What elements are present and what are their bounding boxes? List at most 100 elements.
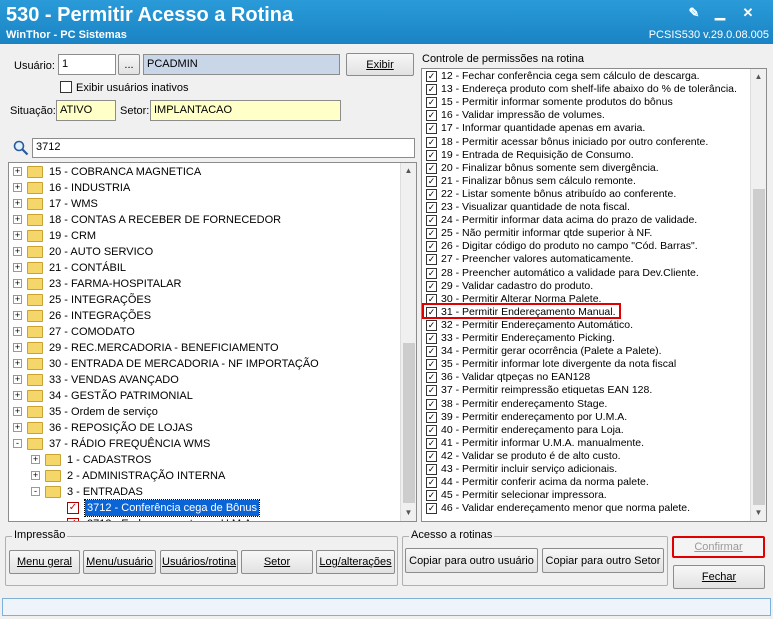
permission-item[interactable]: ✓ 32 - Permitir Endereçamento Automático. xyxy=(422,319,750,332)
tree-scrollbar[interactable]: ▲ ▼ xyxy=(400,163,416,521)
checkbox-icon[interactable]: ✓ xyxy=(426,372,437,384)
checkbox-icon[interactable]: ✓ xyxy=(426,123,437,135)
checkbox-icon[interactable]: ✓ xyxy=(426,215,437,227)
minimize-icon[interactable]: ▁ xyxy=(712,5,728,21)
tree-item[interactable]: +36 - REPOSIÇÃO DE LOJAS xyxy=(9,420,399,436)
permission-item[interactable]: ✓ 17 - Informar quantidade apenas em avar… xyxy=(422,122,750,135)
permission-item[interactable]: ✓ 44 - Permitir conferir acima da norma p… xyxy=(422,476,750,489)
permission-item[interactable]: ✓ 43 - Permitir incluir serviço adicionai… xyxy=(422,463,750,476)
permission-item[interactable]: ✓ 13 - Endereça produto com shelf-life ab… xyxy=(422,83,750,96)
copy-to-setor-button[interactable]: Copiar para outro Setor xyxy=(542,548,664,573)
expand-icon[interactable]: + xyxy=(13,391,22,400)
checkbox-icon[interactable]: ✓ xyxy=(426,503,437,515)
expand-icon[interactable]: + xyxy=(13,247,22,256)
permission-item[interactable]: ✓ 12 - Fechar conferência cega sem cálcul… xyxy=(422,70,750,83)
permission-item[interactable]: ✓ 41 - Permitir informar U.M.A. manualmen… xyxy=(422,437,750,450)
expand-icon[interactable]: + xyxy=(13,263,22,272)
tree-item[interactable]: +35 - Ordem de serviço xyxy=(9,404,399,420)
scroll-down-icon[interactable]: ▼ xyxy=(751,505,766,521)
permission-item[interactable]: ✓ 23 - Visualizar quantidade de nota fisc… xyxy=(422,201,750,214)
permission-item[interactable]: ✓ 25 - Não permitir informar qtde superio… xyxy=(422,227,750,240)
menu-usuario-button[interactable]: Menu/usuário xyxy=(83,550,156,574)
routine-tree[interactable]: +15 - COBRANCA MAGNETICA +16 - INDUSTRIA +… xyxy=(8,162,417,522)
tree-item[interactable]: - 3 - ENTRADAS xyxy=(9,484,399,500)
tree-item[interactable]: +34 - GESTÃO PATRIMONIAL xyxy=(9,388,399,404)
permission-item[interactable]: ✓ 35 - Permitir informar lote divergente … xyxy=(422,358,750,371)
permission-item[interactable]: ✓ 34 - Permitir gerar ocorrência (Palete … xyxy=(422,345,750,358)
checkbox-icon[interactable]: ✓ xyxy=(426,110,437,122)
checkbox-icon[interactable]: ✓ xyxy=(426,202,437,213)
expand-icon[interactable]: + xyxy=(13,279,22,288)
collapse-icon[interactable]: - xyxy=(31,487,40,496)
close-icon[interactable]: ✕ xyxy=(740,5,756,21)
checkbox-icon[interactable]: ✓ xyxy=(426,464,437,475)
copy-to-user-button[interactable]: Copiar para outro usuário xyxy=(405,548,538,573)
permission-item[interactable]: ✓ 33 - Permitir Endereçamento Picking. xyxy=(422,332,750,345)
edit-icon[interactable]: ✎ xyxy=(686,5,702,21)
usuarios-rotina-button[interactable]: Usuários/rotina xyxy=(160,550,238,574)
checkbox-icon[interactable]: ✓ xyxy=(426,385,437,397)
permission-item[interactable]: ✓ 40 - Permitir endereçamento para Loja. xyxy=(422,424,750,437)
checkbox-icon[interactable]: ✓ xyxy=(426,97,437,109)
checkbox-icon[interactable]: ✓ xyxy=(426,333,437,344)
tree-item[interactable]: +17 - WMS xyxy=(9,196,399,212)
checkbox-icon[interactable]: ✓ xyxy=(426,424,437,436)
checkbox-icon[interactable]: ✓ xyxy=(426,398,437,410)
tree-item[interactable]: +30 - ENTRADA DE MERCADORIA - NF IMPORTA… xyxy=(9,356,399,372)
setor-button[interactable]: Setor xyxy=(241,550,313,574)
search-input[interactable]: 3712 xyxy=(32,138,415,158)
tree-item[interactable]: +19 - CRM xyxy=(9,228,399,244)
fechar-button[interactable]: Fechar xyxy=(673,565,765,589)
tree-item[interactable]: +29 - REC.MERCADORIA - BENEFICIAMENTO xyxy=(9,340,399,356)
tree-item[interactable]: ✓ 3713 - Endereçamento por U.M.A. xyxy=(9,516,399,521)
permission-item[interactable]: ✓ 21 - Finalizar bônus sem cálculo remont… xyxy=(422,175,750,188)
checkbox-icon[interactable]: ✓ xyxy=(426,254,437,266)
permissions-scrollbar[interactable]: ▲ ▼ xyxy=(750,69,766,521)
checkbox-icon[interactable]: ✓ xyxy=(426,437,437,449)
expand-icon[interactable]: + xyxy=(13,183,22,192)
scroll-up-icon[interactable]: ▲ xyxy=(751,69,766,85)
permission-item[interactable]: ✓ 29 - Validar cadastro do produto. xyxy=(422,280,750,293)
permissions-list[interactable]: ✓ 12 - Fechar conferência cega sem cálcul… xyxy=(421,68,767,522)
expand-icon[interactable]: + xyxy=(13,423,22,432)
inactive-users-checkbox[interactable] xyxy=(60,81,72,93)
tree-item[interactable]: ✓ 3712 - Conferência cega de Bônus xyxy=(9,499,399,517)
tree-item[interactable]: +21 - CONTÁBIL xyxy=(9,260,399,276)
permission-item[interactable]: ✓ 24 - Permitir informar data acima do pr… xyxy=(422,214,750,227)
tree-item[interactable]: +23 - FARMA-HOSPITALAR xyxy=(9,276,399,292)
checkbox-icon[interactable]: ✓ xyxy=(426,490,437,502)
tree-item[interactable]: +27 - COMODATO xyxy=(9,324,399,340)
permission-item[interactable]: ✓ 26 - Digitar código do produto no campo… xyxy=(422,240,750,253)
usuario-code-input[interactable]: 1 xyxy=(58,54,116,75)
permission-item[interactable]: ✓ 42 - Validar se produto é de alto custo… xyxy=(422,450,750,463)
expand-icon[interactable]: + xyxy=(13,375,22,384)
checkbox-icon[interactable]: ✓ xyxy=(426,411,437,423)
checkbox-icon[interactable]: ✓ xyxy=(426,84,437,96)
checkbox-icon[interactable]: ✓ xyxy=(426,267,437,279)
tree-item[interactable]: +26 - INTEGRAÇÕES xyxy=(9,308,399,324)
permission-item[interactable]: ✓ 37 - Permitir reimpressão etiquetas EAN… xyxy=(422,384,750,397)
permission-item[interactable]: ✓ 36 - Validar qtpeças no EAN128 xyxy=(422,371,750,384)
tree-item[interactable]: +1 - CADASTROS xyxy=(9,452,399,468)
exibir-button[interactable]: Exibir xyxy=(346,53,414,76)
checkbox-icon[interactable]: ✓ xyxy=(67,502,79,514)
permission-item[interactable]: ✓ 20 - Finalizar bônus somente sem diverg… xyxy=(422,162,750,175)
permission-item[interactable]: ✓ 39 - Permitir endereçamento por U.M.A. xyxy=(422,411,750,424)
checkbox-icon[interactable]: ✓ xyxy=(426,477,437,489)
permission-item[interactable]: ✓ 27 - Preencher valores automaticamente. xyxy=(422,253,750,266)
checkbox-icon[interactable]: ✓ xyxy=(426,346,437,358)
expand-icon[interactable]: + xyxy=(13,199,22,208)
expand-icon[interactable]: + xyxy=(13,343,22,352)
expand-icon[interactable]: + xyxy=(13,327,22,336)
expand-icon[interactable]: + xyxy=(13,167,22,176)
confirmar-button[interactable]: Confirmar xyxy=(672,536,765,558)
expand-icon[interactable]: + xyxy=(31,471,40,480)
tree-item[interactable]: +2 - ADMINISTRAÇÃO INTERNA xyxy=(9,468,399,484)
checkbox-icon[interactable]: ✓ xyxy=(426,280,437,292)
checkbox-icon[interactable]: ✓ xyxy=(426,241,437,253)
collapse-icon[interactable]: - xyxy=(13,439,22,448)
tree-item[interactable]: +18 - CONTAS A RECEBER DE FORNECEDOR xyxy=(9,212,399,228)
tree-item[interactable]: +20 - AUTO SERVICO xyxy=(9,244,399,260)
expand-icon[interactable]: + xyxy=(13,215,22,224)
tree-item[interactable]: +25 - INTEGRAÇÕES xyxy=(9,292,399,308)
